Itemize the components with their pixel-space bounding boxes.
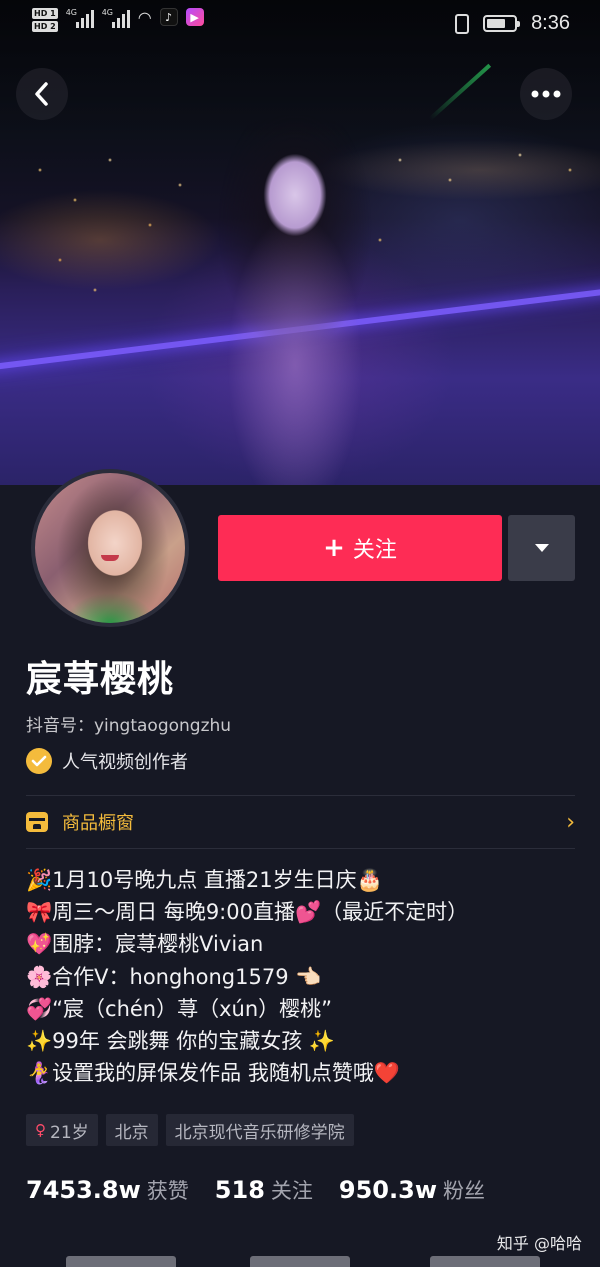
bio-line: 🌸合作V：honghong1579 👈🏻 bbox=[26, 964, 322, 989]
bio-line: 🎀周三～周日 每晚9:00直播💕（最近不定时） bbox=[26, 900, 469, 925]
signal-icon: 4G bbox=[66, 8, 94, 28]
follow-button[interactable]: + 关注 bbox=[218, 515, 502, 581]
back-button[interactable] bbox=[16, 68, 68, 120]
chevron-right-icon: › bbox=[566, 809, 575, 835]
signal-icon-2: 4G bbox=[102, 8, 130, 28]
recommend-dropdown-button[interactable] bbox=[508, 515, 575, 581]
triangle-down-icon bbox=[534, 544, 549, 552]
following-count: 518 bbox=[214, 1176, 265, 1204]
avatar bbox=[35, 473, 185, 623]
video-app-notification-icon: ▶ bbox=[185, 8, 204, 26]
tab-works-partial[interactable] bbox=[66, 1256, 176, 1267]
hd-badge-2: HD 2 bbox=[32, 21, 58, 32]
chevron-left-icon bbox=[35, 82, 48, 106]
bio: 🎉1月10号晚九点 直播21岁生日庆🎂 🎀周三～周日 每晚9:00直播💕（最近不… bbox=[26, 864, 586, 1089]
tiktok-notification-icon: ♪ bbox=[159, 8, 178, 26]
more-options-button[interactable] bbox=[520, 68, 572, 120]
avatar-frame[interactable] bbox=[31, 469, 189, 627]
hd-badge-1: HD 1 bbox=[32, 8, 58, 19]
hd-badges: HD 1 HD 2 bbox=[32, 8, 58, 32]
ellipsis-icon bbox=[531, 90, 561, 98]
douyin-id[interactable]: 抖音号：yingtaogongzhu bbox=[26, 711, 231, 736]
likes-stat: 7453.8w 获赞 bbox=[26, 1175, 189, 1205]
tab-likes-partial[interactable] bbox=[430, 1256, 540, 1267]
profile-stats: 7453.8w 获赞 518 关注 950.3w 粉丝 bbox=[26, 1175, 485, 1205]
status-bar: HD 1 HD 2 4G 4G ◠ ♪ ▶ 8:36 bbox=[0, 0, 600, 52]
profile-name: 宸荨樱桃 bbox=[26, 659, 175, 700]
shop-window-label: 商品橱窗 bbox=[62, 813, 134, 834]
bio-line: 💖围脖：宸荨樱桃Vivian bbox=[26, 932, 264, 957]
watermark: 知乎 @哈哈 bbox=[496, 1234, 582, 1253]
shop-window-link[interactable]: 商品橱窗 › bbox=[26, 796, 575, 848]
status-time: 8:36 bbox=[531, 12, 570, 34]
likes-count: 7453.8w bbox=[26, 1176, 141, 1204]
content-tabs-partial[interactable] bbox=[0, 1256, 600, 1267]
profile-tags: ♀ 21岁 北京 北京现代音乐研修学院 bbox=[26, 1114, 354, 1146]
followers-count: 950.3w bbox=[338, 1176, 437, 1204]
vibrate-icon bbox=[455, 13, 470, 34]
network-label-2: 4G bbox=[101, 8, 113, 17]
city-tag: 北京 bbox=[105, 1114, 158, 1146]
plus-icon: + bbox=[323, 533, 345, 563]
wifi-icon: ◠ bbox=[137, 8, 152, 27]
likes-label: 获赞 bbox=[146, 1179, 189, 1203]
verification-label: 人气视频创作者 bbox=[62, 752, 188, 773]
bio-line: ✨99年 会跳舞 你的宝藏女孩 ✨ bbox=[26, 1029, 336, 1054]
age-tag-label: 21岁 bbox=[50, 1122, 89, 1143]
following-label: 关注 bbox=[270, 1179, 313, 1203]
school-tag: 北京现代音乐研修学院 bbox=[165, 1114, 354, 1146]
followers-stat[interactable]: 950.3w 粉丝 bbox=[339, 1175, 485, 1205]
network-label-1: 4G bbox=[65, 8, 77, 17]
check-circle-icon bbox=[26, 748, 52, 774]
storefront-icon bbox=[26, 812, 48, 832]
status-left: HD 1 HD 2 4G 4G ◠ ♪ ▶ bbox=[32, 8, 204, 32]
cover-person bbox=[200, 115, 390, 485]
female-icon: ♀ bbox=[35, 1121, 46, 1139]
verification-badge: 人气视频创作者 bbox=[26, 748, 188, 774]
follow-label: 关注 bbox=[352, 538, 397, 563]
age-tag: ♀ 21岁 bbox=[26, 1114, 98, 1146]
followers-label: 粉丝 bbox=[443, 1179, 485, 1203]
status-right: 8:36 bbox=[455, 12, 570, 35]
divider bbox=[26, 848, 575, 849]
battery-icon bbox=[483, 15, 521, 32]
following-stat[interactable]: 518 关注 bbox=[215, 1175, 313, 1205]
tab-dynamic-partial[interactable] bbox=[250, 1256, 350, 1267]
bio-line: 🧜‍♀️设置我的屏保发作品 我随机点赞哦❤️ bbox=[26, 1061, 400, 1086]
bio-line: 🎉1月10号晚九点 直播21岁生日庆🎂 bbox=[26, 868, 383, 892]
bio-line: 💞“宸（chén）荨（xún）樱桃” bbox=[26, 996, 333, 1021]
cover-photo bbox=[0, 0, 600, 485]
